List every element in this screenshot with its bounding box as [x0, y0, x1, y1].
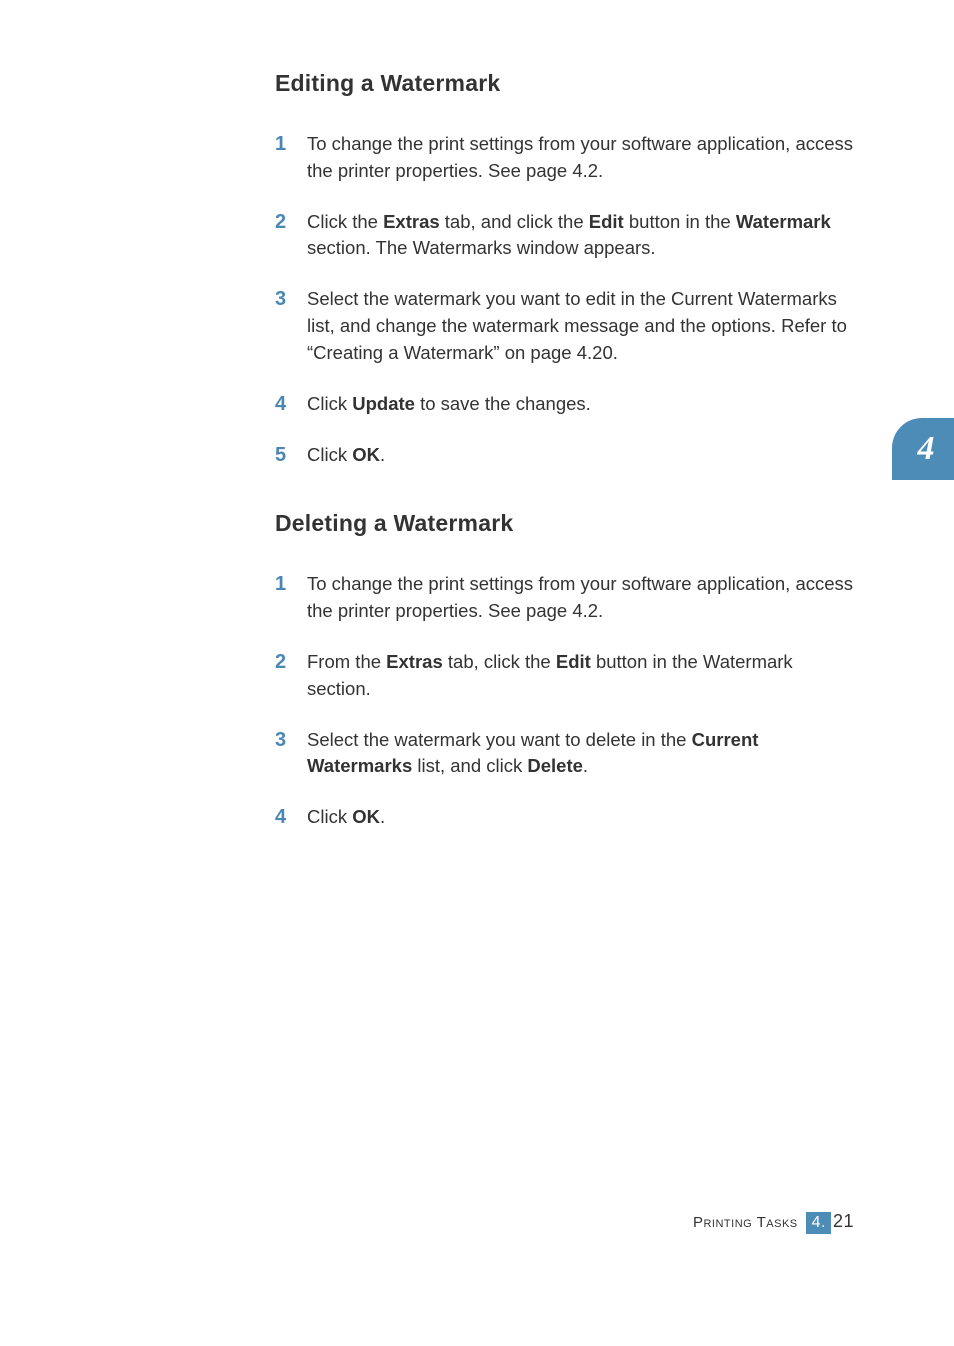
step-number: 2 — [275, 209, 307, 235]
step-item: 2Click the Extras tab, and click the Edi… — [275, 209, 854, 263]
step-number: 1 — [275, 131, 307, 157]
steps-list: 1To change the print settings from your … — [275, 571, 854, 831]
step-number: 5 — [275, 442, 307, 468]
step-number: 4 — [275, 391, 307, 417]
footer-page-number: 21 — [833, 1211, 854, 1232]
section-heading: Editing a Watermark — [275, 70, 854, 97]
step-item: 5Click OK. — [275, 442, 854, 469]
chapter-number: 4 — [918, 430, 935, 468]
step-item: 1To change the print settings from your … — [275, 131, 854, 185]
step-item: 4Click Update to save the changes. — [275, 391, 854, 418]
step-text: Click Update to save the changes. — [307, 391, 854, 418]
document-page: Editing a Watermark 1To change the print… — [0, 0, 954, 1346]
step-text: Select the watermark you want to delete … — [307, 727, 854, 781]
step-text: From the Extras tab, click the Edit butt… — [307, 649, 854, 703]
section-deleting-watermark: Deleting a Watermark 1To change the prin… — [275, 510, 854, 831]
step-text: Click OK. — [307, 804, 854, 831]
step-number: 3 — [275, 727, 307, 753]
step-text: Click OK. — [307, 442, 854, 469]
step-item: 3Select the watermark you want to delete… — [275, 727, 854, 781]
step-number: 4 — [275, 804, 307, 830]
page-badge: 4. 21 — [806, 1211, 854, 1234]
page-footer: Printing Tasks 4. 21 — [693, 1211, 854, 1234]
step-text: Select the watermark you want to edit in… — [307, 286, 854, 366]
step-item: 3Select the watermark you want to edit i… — [275, 286, 854, 366]
step-number: 1 — [275, 571, 307, 597]
step-number: 2 — [275, 649, 307, 675]
step-number: 3 — [275, 286, 307, 312]
footer-chapter: 4. — [806, 1212, 831, 1234]
chapter-side-tab: 4 — [892, 418, 954, 480]
step-text: To change the print settings from your s… — [307, 131, 854, 185]
footer-section-title: Printing Tasks — [693, 1214, 798, 1231]
step-text: To change the print settings from your s… — [307, 571, 854, 625]
section-editing-watermark: Editing a Watermark 1To change the print… — [275, 70, 854, 468]
step-item: 1To change the print settings from your … — [275, 571, 854, 625]
section-heading: Deleting a Watermark — [275, 510, 854, 537]
step-item: 2From the Extras tab, click the Edit but… — [275, 649, 854, 703]
steps-list: 1To change the print settings from your … — [275, 131, 854, 468]
step-item: 4Click OK. — [275, 804, 854, 831]
step-text: Click the Extras tab, and click the Edit… — [307, 209, 854, 263]
